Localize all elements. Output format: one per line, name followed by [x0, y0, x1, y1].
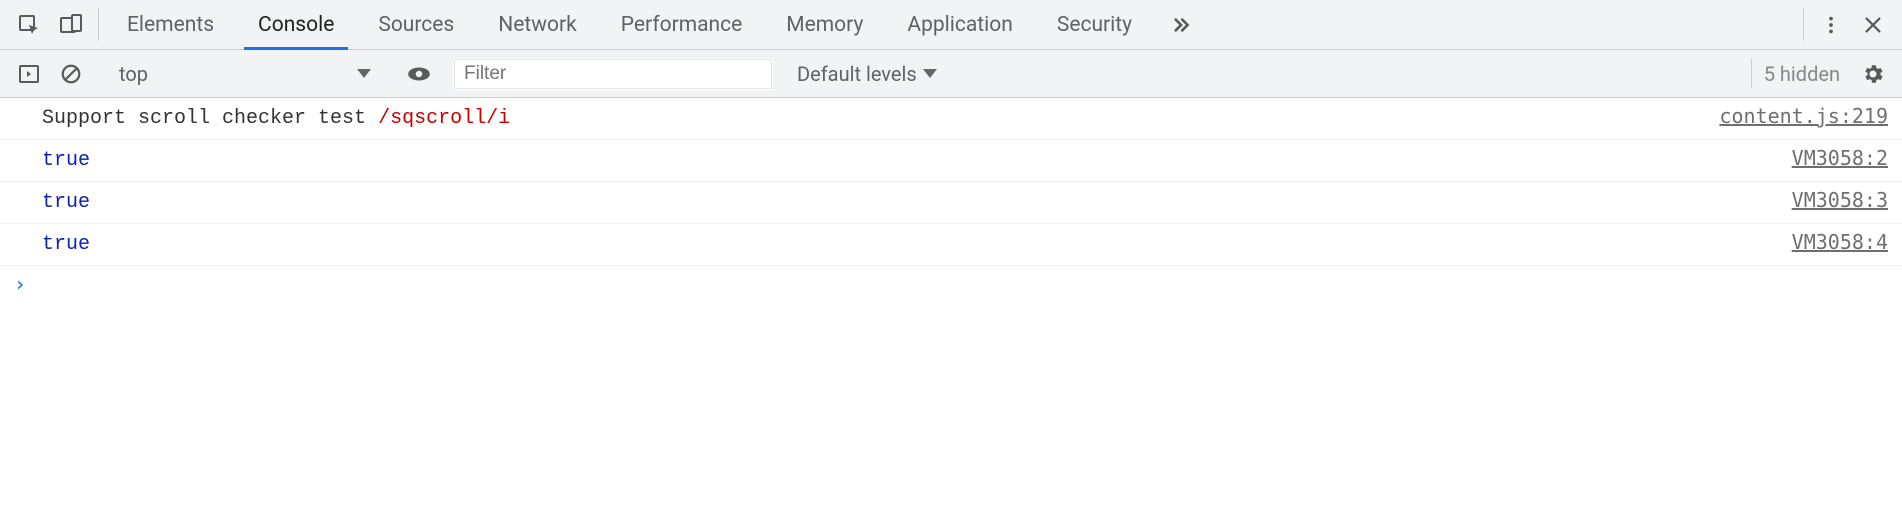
chevron-down-icon — [923, 69, 937, 78]
log-regex: /sqscroll/i — [378, 107, 510, 130]
execution-context-select[interactable]: top — [105, 50, 385, 97]
log-levels-select[interactable]: Default levels — [773, 62, 961, 86]
close-icon[interactable] — [1852, 0, 1894, 49]
device-toolbar-icon[interactable] — [50, 0, 92, 49]
clear-console-icon[interactable] — [50, 63, 92, 85]
log-boolean: true — [42, 191, 1792, 214]
inspect-element-icon[interactable] — [8, 0, 50, 49]
log-levels-label: Default levels — [797, 62, 917, 86]
console-toolbar: top Default levels 5 hidden — [0, 50, 1902, 98]
console-message: true VM3058:4 — [0, 224, 1902, 266]
tab-security[interactable]: Security — [1035, 0, 1154, 49]
console-message: true VM3058:2 — [0, 140, 1902, 182]
source-link[interactable]: VM3058:3 — [1792, 188, 1888, 212]
devtools-tab-bar: Elements Console Sources Network Perform… — [0, 0, 1902, 50]
source-link[interactable]: VM3058:2 — [1792, 146, 1888, 170]
tab-elements[interactable]: Elements — [105, 0, 236, 49]
live-expression-icon[interactable] — [398, 61, 440, 87]
source-link[interactable]: VM3058:4 — [1792, 230, 1888, 254]
tab-application[interactable]: Application — [885, 0, 1034, 49]
source-link[interactable]: content.js:219 — [1719, 104, 1888, 128]
separator — [98, 8, 99, 41]
console-message: true VM3058:3 — [0, 182, 1902, 224]
chevron-down-icon — [357, 69, 371, 78]
log-boolean: true — [42, 149, 1792, 172]
tab-console[interactable]: Console — [236, 0, 356, 49]
tab-strip: Elements Console Sources Network Perform… — [105, 0, 1154, 49]
tab-sources[interactable]: Sources — [356, 0, 476, 49]
tab-memory[interactable]: Memory — [764, 0, 885, 49]
console-message: Support scroll checker test /sqscroll/i … — [0, 98, 1902, 140]
console-output: Support scroll checker test /sqscroll/i … — [0, 98, 1902, 302]
filter-input[interactable] — [453, 58, 773, 90]
separator — [1803, 8, 1804, 41]
tab-network[interactable]: Network — [476, 0, 599, 49]
execution-context-label: top — [119, 62, 148, 86]
console-prompt[interactable]: › — [0, 266, 1902, 302]
console-settings-icon[interactable] — [1852, 62, 1894, 86]
tab-performance[interactable]: Performance — [599, 0, 764, 49]
hidden-messages-count[interactable]: 5 hidden — [1751, 59, 1852, 87]
log-boolean: true — [42, 233, 1792, 256]
kebab-menu-icon[interactable] — [1810, 0, 1852, 49]
more-tabs-icon[interactable] — [1154, 0, 1206, 49]
log-text: Support scroll checker test — [42, 107, 378, 130]
prompt-caret-icon: › — [14, 272, 26, 296]
console-sidebar-toggle-icon[interactable] — [8, 62, 50, 86]
